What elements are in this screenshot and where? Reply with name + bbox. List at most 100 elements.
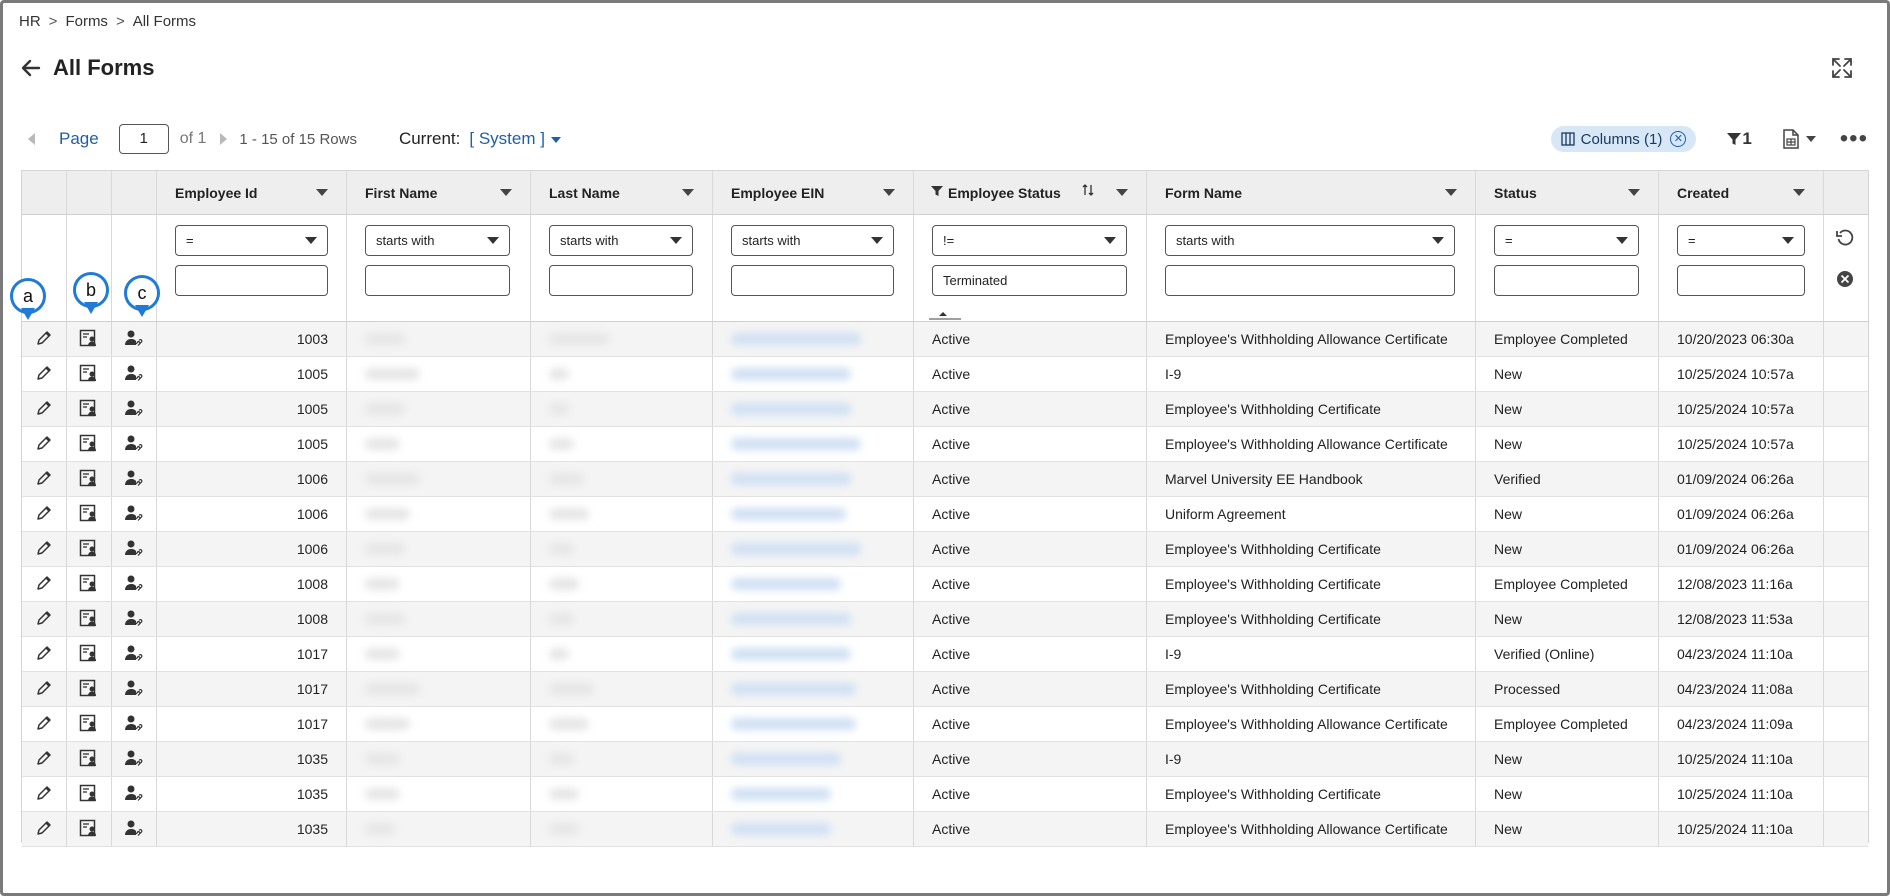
table-row[interactable]: 1035 Active Employee's Withholding Certifi… bbox=[22, 777, 1868, 812]
fullscreen-icon[interactable] bbox=[1830, 56, 1854, 80]
filter-operator-select[interactable]: != bbox=[932, 225, 1127, 256]
column-menu-caret-icon[interactable] bbox=[1445, 189, 1457, 196]
table-row[interactable]: 1003 Active Employee's Withholding Allowan… bbox=[22, 322, 1868, 357]
header-cell-status[interactable]: Status bbox=[1476, 171, 1659, 214]
page-number-input[interactable]: 1 bbox=[118, 124, 169, 154]
breadcrumb-item-forms[interactable]: Forms bbox=[65, 13, 108, 30]
filter-value-input[interactable] bbox=[549, 265, 693, 296]
column-menu-caret-icon[interactable] bbox=[500, 189, 512, 196]
header-cell-employee-id[interactable]: Employee Id bbox=[157, 171, 347, 214]
view-employee-form-button[interactable] bbox=[67, 357, 112, 391]
filter-operator-select[interactable]: = bbox=[1494, 225, 1639, 256]
link-user-button[interactable] bbox=[112, 672, 157, 706]
more-options-icon[interactable]: ••• bbox=[1840, 127, 1868, 151]
link-user-button[interactable] bbox=[112, 777, 157, 811]
link-user-button[interactable] bbox=[112, 532, 157, 566]
link-user-button[interactable] bbox=[112, 567, 157, 601]
edit-button[interactable] bbox=[22, 812, 67, 846]
column-menu-caret-icon[interactable] bbox=[1628, 189, 1640, 196]
view-employee-form-button[interactable] bbox=[67, 392, 112, 426]
edit-button[interactable] bbox=[22, 567, 67, 601]
edit-button[interactable] bbox=[22, 742, 67, 776]
view-employee-form-button[interactable] bbox=[67, 812, 112, 846]
link-user-button[interactable] bbox=[112, 707, 157, 741]
filter-operator-select[interactable]: starts with bbox=[365, 225, 510, 256]
edit-button[interactable] bbox=[22, 462, 67, 496]
sort-icon[interactable] bbox=[1082, 183, 1094, 197]
edit-button[interactable] bbox=[22, 357, 67, 391]
edit-button[interactable] bbox=[22, 602, 67, 636]
view-employee-form-button[interactable] bbox=[67, 602, 112, 636]
view-employee-form-button[interactable] bbox=[67, 637, 112, 671]
filter-operator-select[interactable]: = bbox=[175, 225, 328, 256]
view-employee-form-button[interactable] bbox=[67, 497, 112, 531]
filter-value-input[interactable] bbox=[365, 265, 510, 296]
table-row[interactable]: 1035 Active I-9 New 10/25/2024 11:10a bbox=[22, 742, 1868, 777]
filter-operator-select[interactable]: starts with bbox=[549, 225, 693, 256]
close-icon[interactable]: ✕ bbox=[1670, 131, 1687, 147]
view-employee-form-button[interactable] bbox=[67, 567, 112, 601]
table-row[interactable]: 1008 Active Employee's Withholding Certifi… bbox=[22, 602, 1868, 637]
table-row[interactable]: 1006 Active Employee's Withholding Certifi… bbox=[22, 532, 1868, 567]
edit-button[interactable] bbox=[22, 777, 67, 811]
filter-operator-select[interactable]: = bbox=[1677, 225, 1805, 256]
header-cell-employee-status[interactable]: Employee Status bbox=[914, 171, 1147, 214]
edit-button[interactable] bbox=[22, 497, 67, 531]
view-employee-form-button[interactable] bbox=[67, 777, 112, 811]
table-row[interactable]: 1017 Active Employee's Withholding Allowan… bbox=[22, 707, 1868, 742]
filter-collapse-icon[interactable] bbox=[929, 310, 961, 320]
column-menu-caret-icon[interactable] bbox=[1116, 189, 1128, 196]
edit-button[interactable] bbox=[22, 637, 67, 671]
columns-chip[interactable]: Columns (1) ✕ bbox=[1550, 126, 1697, 152]
breadcrumb-item-hr[interactable]: HR bbox=[19, 13, 41, 30]
current-view-dropdown[interactable]: [ System ] bbox=[469, 129, 561, 149]
table-row[interactable]: 1035 Active Employee's Withholding Allowan… bbox=[22, 812, 1868, 847]
header-cell-form-name[interactable]: Form Name bbox=[1147, 171, 1476, 214]
view-employee-form-button[interactable] bbox=[67, 742, 112, 776]
export-button[interactable] bbox=[1782, 129, 1816, 149]
table-row[interactable]: 1006 Active Uniform Agreement New 01/09/2024… bbox=[22, 497, 1868, 532]
next-page-icon[interactable] bbox=[220, 133, 228, 145]
filter-value-input[interactable] bbox=[1677, 265, 1805, 296]
view-employee-form-button[interactable] bbox=[67, 672, 112, 706]
reset-filters-icon[interactable] bbox=[1836, 229, 1854, 247]
link-user-button[interactable] bbox=[112, 322, 157, 356]
column-menu-caret-icon[interactable] bbox=[1793, 189, 1805, 196]
header-cell-employee-ein[interactable]: Employee EIN bbox=[713, 171, 914, 214]
filter-operator-select[interactable]: starts with bbox=[1165, 225, 1455, 256]
column-menu-caret-icon[interactable] bbox=[316, 189, 328, 196]
table-row[interactable]: 1006 Active Marvel University EE Handbook V… bbox=[22, 462, 1868, 497]
back-arrow-icon[interactable] bbox=[19, 56, 43, 80]
table-row[interactable]: 1017 Active I-9 Verified (Online) 04/23/2024… bbox=[22, 637, 1868, 672]
column-menu-caret-icon[interactable] bbox=[883, 189, 895, 196]
header-cell-last-name[interactable]: Last Name bbox=[531, 171, 713, 214]
link-user-button[interactable] bbox=[112, 742, 157, 776]
filter-value-input[interactable] bbox=[1494, 265, 1639, 296]
view-employee-form-button[interactable] bbox=[67, 462, 112, 496]
table-row[interactable]: 1008 Active Employee's Withholding Certifi… bbox=[22, 567, 1868, 602]
link-user-button[interactable] bbox=[112, 357, 157, 391]
view-employee-form-button[interactable] bbox=[67, 707, 112, 741]
table-row[interactable]: 1005 Active Employee's Withholding Certifi… bbox=[22, 392, 1868, 427]
view-employee-form-button[interactable] bbox=[67, 322, 112, 356]
view-employee-form-button[interactable] bbox=[67, 427, 112, 461]
link-user-button[interactable] bbox=[112, 427, 157, 461]
filter-value-input[interactable] bbox=[731, 265, 894, 296]
edit-button[interactable] bbox=[22, 427, 67, 461]
edit-button[interactable] bbox=[22, 392, 67, 426]
filter-operator-select[interactable]: starts with bbox=[731, 225, 894, 256]
table-row[interactable]: 1017 Active Employee's Withholding Certifi… bbox=[22, 672, 1868, 707]
column-menu-caret-icon[interactable] bbox=[682, 189, 694, 196]
link-user-button[interactable] bbox=[112, 812, 157, 846]
link-user-button[interactable] bbox=[112, 637, 157, 671]
edit-button[interactable] bbox=[22, 532, 67, 566]
filter-value-input[interactable]: Terminated bbox=[932, 265, 1127, 296]
table-row[interactable]: 1005 Active Employee's Withholding Allowan… bbox=[22, 427, 1868, 462]
prev-page-icon[interactable] bbox=[28, 133, 35, 145]
header-cell-created[interactable]: Created bbox=[1659, 171, 1824, 214]
view-employee-form-button[interactable] bbox=[67, 532, 112, 566]
edit-button[interactable] bbox=[22, 672, 67, 706]
active-filters-button[interactable]: 1 bbox=[1726, 129, 1752, 149]
edit-button[interactable] bbox=[22, 707, 67, 741]
link-user-button[interactable] bbox=[112, 497, 157, 531]
